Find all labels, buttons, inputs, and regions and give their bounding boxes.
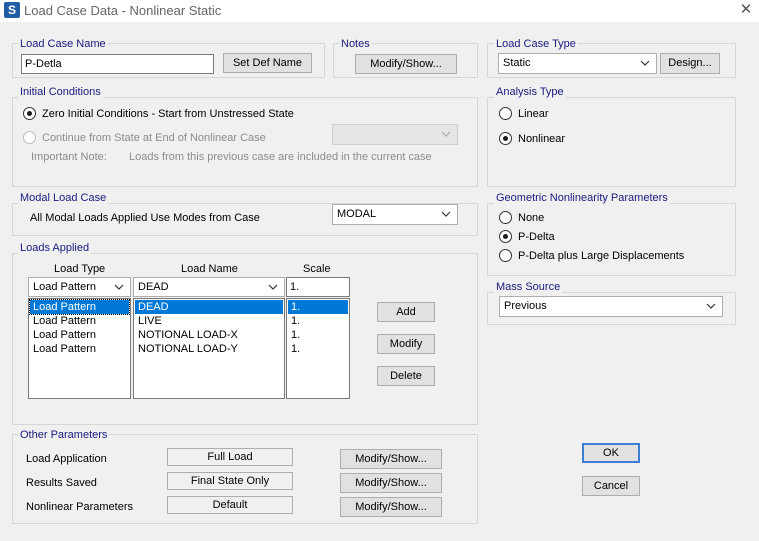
modal-load-case-text: All Modal Loads Applied Use Modes from C…	[30, 212, 260, 224]
continue-from-state-label: Continue from State at End of Nonlinear …	[42, 132, 266, 144]
nonlinear-parameters-label: Nonlinear Parameters	[26, 501, 133, 513]
linear-radio[interactable]	[499, 107, 512, 120]
modify-button[interactable]: Modify	[377, 334, 435, 354]
load-application-modify-button[interactable]: Modify/Show...	[340, 449, 442, 469]
list-item[interactable]: Load Pattern	[30, 342, 129, 356]
ok-button[interactable]: OK	[582, 443, 640, 463]
list-item[interactable]: 1.	[288, 314, 348, 328]
list-item[interactable]: 1.	[288, 300, 348, 314]
nonlinear-case-select[interactable]	[332, 124, 458, 145]
load-type-editor-value: Load Pattern	[33, 281, 96, 293]
geometric-nonlinearity-label: Geometric Nonlinearity Parameters	[494, 192, 670, 204]
load-case-type-select[interactable]: Static	[498, 53, 657, 74]
loads-applied-label: Loads Applied	[18, 242, 92, 254]
load-name-listbox[interactable]: DEAD LIVE NOTIONAL LOAD-X NOTIONAL LOAD-…	[133, 298, 285, 399]
window-title: Load Case Data - Nonlinear Static	[24, 3, 222, 18]
list-item[interactable]: Load Pattern	[30, 328, 129, 342]
modal-case-select[interactable]: MODAL	[332, 204, 458, 225]
header-load-name: Load Name	[181, 263, 238, 275]
geo-none-radio[interactable]	[499, 211, 512, 224]
scale-editor-input[interactable]: 1.	[286, 277, 350, 297]
nonlinear-parameters-value: Default	[167, 496, 293, 514]
nonlinear-label: Nonlinear	[518, 133, 566, 145]
list-item[interactable]: 1.	[288, 328, 348, 342]
initial-conditions-label: Initial Conditions	[18, 86, 103, 98]
geo-pdelta-large-radio[interactable]	[499, 249, 512, 262]
zero-initial-conditions-label: Zero Initial Conditions - Start from Uns…	[42, 108, 294, 120]
close-icon[interactable]: ✕	[736, 1, 756, 19]
results-saved-value: Final State Only	[167, 472, 293, 490]
chevron-down-icon	[114, 282, 124, 292]
notes-modify-show-button[interactable]: Modify/Show...	[355, 54, 457, 74]
load-application-value: Full Load	[167, 448, 293, 466]
load-case-name-input[interactable]: P-Detla	[21, 54, 214, 74]
list-item[interactable]: NOTIONAL LOAD-X	[135, 328, 283, 342]
list-item[interactable]: 1.	[288, 342, 348, 356]
header-load-type: Load Type	[54, 263, 106, 275]
add-button[interactable]: Add	[377, 302, 435, 322]
load-name-editor-select[interactable]: DEAD	[133, 277, 285, 297]
analysis-type-label: Analysis Type	[494, 86, 566, 98]
header-scale: Scale	[303, 263, 331, 275]
chevron-down-icon	[268, 282, 278, 292]
mass-source-label: Mass Source	[494, 281, 563, 293]
other-parameters-label: Other Parameters	[18, 429, 110, 441]
set-def-name-button[interactable]: Set Def Name	[223, 53, 312, 73]
load-type-listbox[interactable]: Load Pattern Load Pattern Load Pattern L…	[28, 298, 131, 399]
list-item[interactable]: Load Pattern	[30, 314, 129, 328]
linear-label: Linear	[518, 108, 549, 120]
load-case-type-value: Static	[503, 57, 531, 69]
notes-label: Notes	[339, 38, 372, 50]
important-note-text: Loads from this previous case are includ…	[129, 151, 432, 163]
chevron-down-icon	[706, 301, 716, 311]
design-button[interactable]: Design...	[660, 53, 720, 74]
load-case-type-label: Load Case Type	[494, 38, 578, 50]
important-note-label: Important Note:	[31, 151, 107, 163]
continue-from-state-radio[interactable]	[23, 131, 36, 144]
chevron-down-icon	[640, 58, 650, 68]
geo-pdelta-label: P-Delta	[518, 231, 555, 243]
results-saved-label: Results Saved	[26, 477, 97, 489]
load-application-label: Load Application	[26, 453, 107, 465]
list-item[interactable]: DEAD	[135, 300, 283, 314]
nonlinear-parameters-modify-button[interactable]: Modify/Show...	[340, 497, 442, 517]
cancel-button[interactable]: Cancel	[582, 476, 640, 496]
scale-listbox[interactable]: 1. 1. 1. 1.	[286, 298, 350, 399]
load-type-editor-select[interactable]: Load Pattern	[28, 277, 131, 297]
list-item[interactable]: NOTIONAL LOAD-Y	[135, 342, 283, 356]
modal-case-value: MODAL	[337, 208, 377, 220]
geo-pdelta-large-label: P-Delta plus Large Displacements	[518, 250, 685, 262]
app-icon: S	[4, 2, 20, 18]
load-case-name-label: Load Case Name	[18, 38, 108, 50]
delete-button[interactable]: Delete	[377, 366, 435, 386]
chevron-down-icon	[441, 129, 451, 139]
geo-pdelta-radio[interactable]	[499, 230, 512, 243]
nonlinear-radio[interactable]	[499, 132, 512, 145]
chevron-down-icon	[441, 209, 451, 219]
list-item[interactable]: LIVE	[135, 314, 283, 328]
results-saved-modify-button[interactable]: Modify/Show...	[340, 473, 442, 493]
zero-initial-conditions-radio[interactable]	[23, 107, 36, 120]
mass-source-value: Previous	[504, 300, 547, 312]
list-item[interactable]: Load Pattern	[29, 299, 130, 315]
geo-none-label: None	[518, 212, 545, 224]
load-name-editor-value: DEAD	[138, 281, 169, 293]
mass-source-select[interactable]: Previous	[499, 296, 723, 317]
modal-load-case-label: Modal Load Case	[18, 192, 109, 204]
